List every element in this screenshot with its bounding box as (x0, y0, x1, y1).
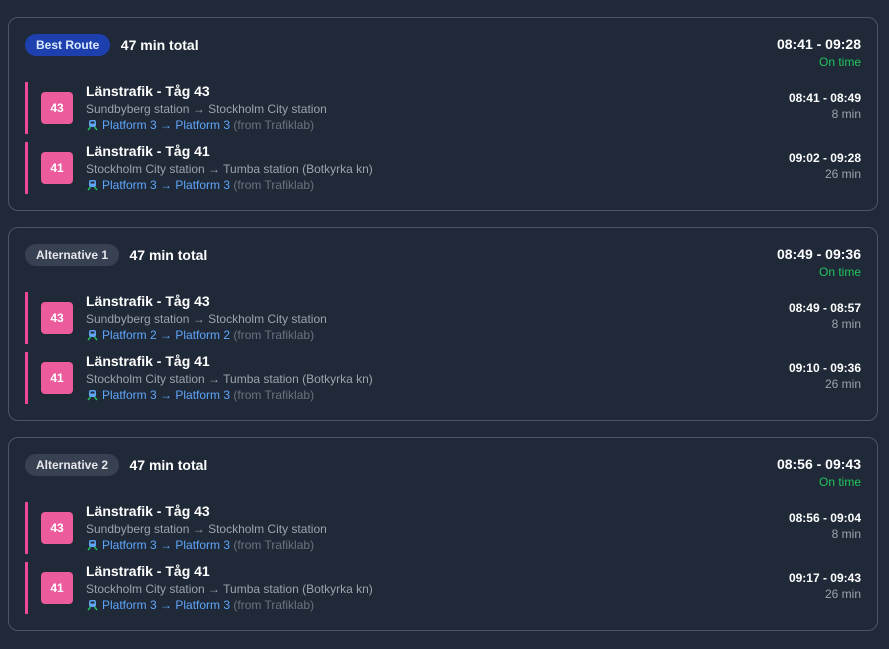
platform-link[interactable]: Platform 3 → Platform 3 (102, 538, 230, 552)
route-total-duration: 47 min total (129, 247, 208, 263)
leg-time-range: 08:56 - 09:04 (788, 511, 861, 525)
leg-platform: Platform 3 → Platform 3 (from Trafiklab) (86, 537, 327, 553)
leg-title: Länstrafik - Tåg 43 (86, 503, 210, 519)
route-status: On time (818, 265, 861, 279)
platform-link[interactable]: Platform 3 → Platform 3 (102, 118, 230, 132)
train-platform-icon (87, 330, 98, 341)
route-card-alternative-1[interactable]: Alternative 1 47 min total 08:49 - 09:36… (8, 227, 878, 421)
leg-timing: 09:10 - 09:36 26 min (789, 360, 861, 392)
leg-info: Länstrafik - Tåg 41 Stockholm City stati… (86, 352, 373, 403)
leg-info: Länstrafik - Tåg 43 Sundbyberg station →… (86, 502, 327, 553)
platform-link[interactable]: Platform 3 → Platform 3 (102, 598, 230, 612)
platform-source: (from Trafiklab) (233, 118, 315, 132)
leg-duration: 26 min (824, 377, 861, 391)
leg-stations: Stockholm City station → Tumba station (… (86, 162, 373, 176)
platform-link[interactable]: Platform 3 → Platform 3 (102, 178, 230, 192)
train-platform-icon (87, 180, 98, 191)
route-leg: 41 Länstrafik - Tåg 41 Stockholm City st… (25, 352, 861, 404)
leg-time-range: 08:49 - 08:57 (788, 301, 861, 315)
line-badge: 43 (41, 302, 73, 334)
leg-timing: 09:02 - 09:28 26 min (789, 150, 861, 182)
leg-timing: 08:56 - 09:04 8 min (789, 510, 861, 542)
route-total-duration: 47 min total (129, 457, 208, 473)
platform-source: (from Trafiklab) (233, 178, 315, 192)
route-leg: 43 Länstrafik - Tåg 43 Sundbyberg statio… (25, 292, 861, 344)
leg-time-range: 08:41 - 08:49 (788, 91, 861, 105)
leg-timing: 08:49 - 08:57 8 min (789, 300, 861, 332)
leg-duration: 8 min (831, 527, 861, 541)
leg-stations: Sundbyberg station → Stockholm City stat… (86, 522, 327, 536)
route-summary: 08:49 - 09:36 On time (777, 245, 861, 280)
train-platform-icon (87, 120, 98, 131)
platform-source: (from Trafiklab) (233, 598, 315, 612)
leg-info: Länstrafik - Tåg 43 Sundbyberg station →… (86, 82, 327, 133)
best-route-badge: Best Route (25, 34, 111, 56)
platform-link[interactable]: Platform 3 → Platform 3 (102, 388, 230, 402)
leg-stations: Sundbyberg station → Stockholm City stat… (86, 102, 327, 116)
route-leg: 43 Länstrafik - Tåg 43 Sundbyberg statio… (25, 502, 861, 554)
route-leg: 43 Länstrafik - Tåg 43 Sundbyberg statio… (25, 82, 861, 134)
train-platform-icon (87, 540, 98, 551)
leg-platform: Platform 3 → Platform 3 (from Trafiklab) (86, 387, 373, 403)
route-header: Alternative 1 47 min total 08:49 - 09:36… (25, 244, 861, 284)
leg-timing: 08:41 - 08:49 8 min (789, 90, 861, 122)
line-badge: 43 (41, 92, 73, 124)
leg-title: Länstrafik - Tåg 43 (86, 83, 210, 99)
route-summary: 08:56 - 09:43 On time (777, 455, 861, 490)
leg-info: Länstrafik - Tåg 43 Sundbyberg station →… (86, 292, 327, 343)
platform-source: (from Trafiklab) (233, 328, 315, 342)
route-leg: 41 Länstrafik - Tåg 41 Stockholm City st… (25, 562, 861, 614)
leg-duration: 26 min (824, 167, 861, 181)
route-card-alternative-2[interactable]: Alternative 2 47 min total 08:56 - 09:43… (8, 437, 878, 631)
leg-platform: Platform 3 → Platform 3 (from Trafiklab) (86, 117, 327, 133)
leg-info: Länstrafik - Tåg 41 Stockholm City stati… (86, 562, 373, 613)
line-badge: 41 (41, 572, 73, 604)
leg-duration: 8 min (831, 107, 861, 121)
alternative-route-badge: Alternative 2 (25, 454, 120, 476)
leg-info: Länstrafik - Tåg 41 Stockholm City stati… (86, 142, 373, 193)
platform-source: (from Trafiklab) (233, 538, 315, 552)
leg-stations: Stockholm City station → Tumba station (… (86, 582, 373, 596)
leg-title: Länstrafik - Tåg 41 (86, 353, 210, 369)
route-status: On time (818, 475, 861, 489)
leg-platform: Platform 3 → Platform 3 (from Trafiklab) (86, 177, 373, 193)
route-total-duration: 47 min total (120, 37, 199, 53)
route-header: Best Route 47 min total 08:41 - 09:28 On… (25, 34, 861, 74)
line-badge: 41 (41, 152, 73, 184)
train-platform-icon (87, 600, 98, 611)
route-time-range: 08:49 - 09:36 (776, 246, 861, 262)
platform-source: (from Trafiklab) (233, 388, 315, 402)
train-platform-icon (87, 390, 98, 401)
leg-time-range: 09:10 - 09:36 (788, 361, 861, 375)
alternative-route-badge: Alternative 1 (25, 244, 120, 266)
route-status: On time (818, 55, 861, 69)
leg-platform: Platform 3 → Platform 3 (from Trafiklab) (86, 597, 373, 613)
route-time-range: 08:56 - 09:43 (776, 456, 861, 472)
platform-link[interactable]: Platform 2 → Platform 2 (102, 328, 230, 342)
route-header: Alternative 2 47 min total 08:56 - 09:43… (25, 454, 861, 494)
leg-time-range: 09:17 - 09:43 (788, 571, 861, 585)
leg-platform: Platform 2 → Platform 2 (from Trafiklab) (86, 327, 327, 343)
route-leg: 41 Länstrafik - Tåg 41 Stockholm City st… (25, 142, 861, 194)
leg-duration: 8 min (831, 317, 861, 331)
leg-duration: 26 min (824, 587, 861, 601)
route-summary: 08:41 - 09:28 On time (777, 35, 861, 70)
leg-title: Länstrafik - Tåg 43 (86, 293, 210, 309)
route-time-range: 08:41 - 09:28 (776, 36, 861, 52)
route-list: Best Route 47 min total 08:41 - 09:28 On… (8, 17, 878, 647)
route-card-best[interactable]: Best Route 47 min total 08:41 - 09:28 On… (8, 17, 878, 211)
leg-title: Länstrafik - Tåg 41 (86, 143, 210, 159)
leg-stations: Sundbyberg station → Stockholm City stat… (86, 312, 327, 326)
leg-timing: 09:17 - 09:43 26 min (789, 570, 861, 602)
leg-stations: Stockholm City station → Tumba station (… (86, 372, 373, 386)
leg-title: Länstrafik - Tåg 41 (86, 563, 210, 579)
line-badge: 43 (41, 512, 73, 544)
leg-time-range: 09:02 - 09:28 (788, 151, 861, 165)
line-badge: 41 (41, 362, 73, 394)
